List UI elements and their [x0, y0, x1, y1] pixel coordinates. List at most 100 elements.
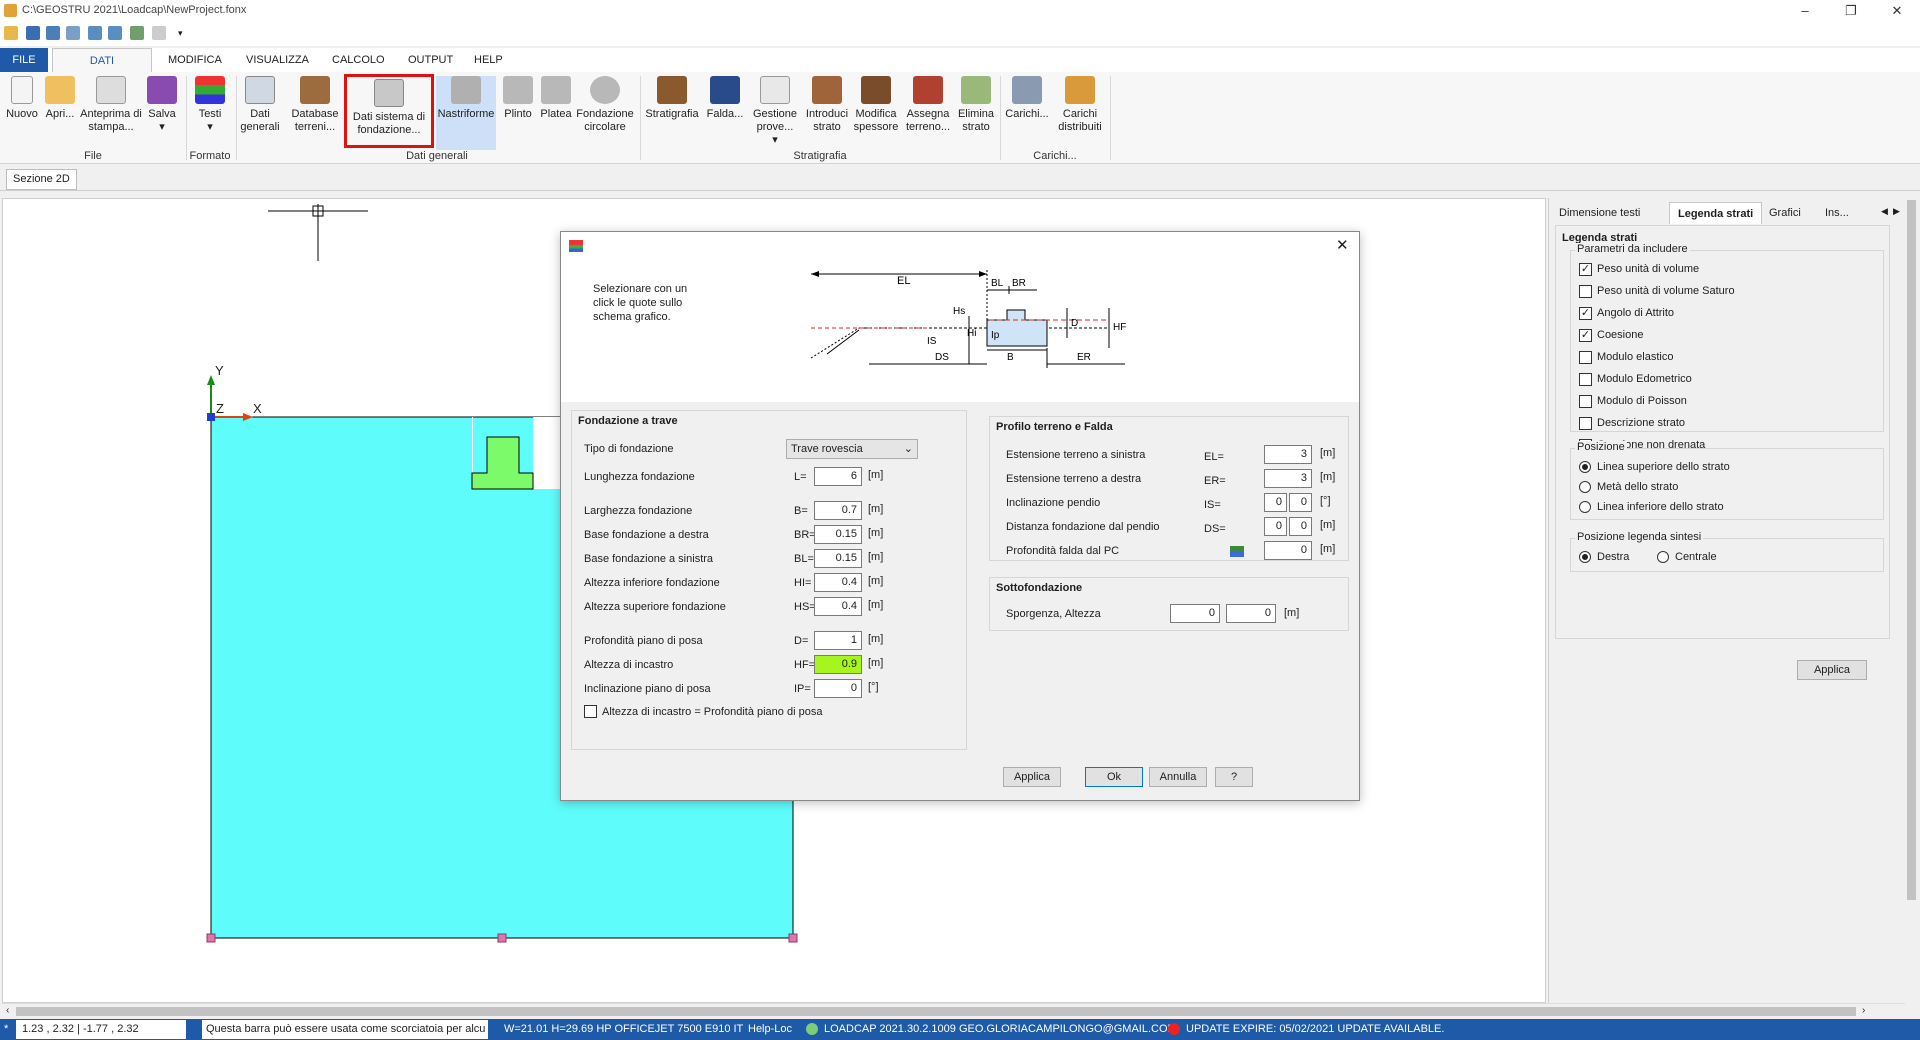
tab-grafici[interactable]: Grafici — [1761, 202, 1809, 224]
schema-d-label[interactable]: D — [1071, 318, 1078, 329]
sporgenza-input[interactable]: 0 — [1170, 604, 1220, 623]
schema-br-label[interactable]: BR — [1012, 278, 1026, 289]
param-checkbox[interactable]: ✓ — [1579, 263, 1592, 276]
scroll-right-icon[interactable]: › — [1862, 1005, 1865, 1016]
param-checkbox[interactable]: ✓ — [1579, 329, 1592, 342]
schema-ds-label[interactable]: DS — [935, 352, 949, 363]
position-radio[interactable] — [1579, 461, 1591, 473]
altezza-input[interactable]: 0 — [1226, 604, 1276, 623]
profile-input[interactable]: 3 — [1264, 469, 1312, 488]
nastriforme-button[interactable]: Nastriforme — [436, 76, 496, 150]
handle[interactable] — [788, 933, 798, 943]
param-checkbox[interactable] — [1579, 373, 1592, 386]
zoom-out-icon[interactable] — [108, 26, 122, 40]
handle[interactable] — [206, 933, 216, 943]
tipo-fondazione-select[interactable]: Trave rovescia ⌄ — [786, 439, 918, 459]
tab-scroll-right-icon[interactable]: ▶ — [1893, 206, 1900, 217]
elimina-strato-button[interactable]: Elimina strato — [956, 76, 996, 134]
apri-button[interactable]: Apri... — [42, 76, 78, 121]
qat-dropdown-icon[interactable]: ▾ — [178, 28, 183, 39]
field-input[interactable]: 0 — [814, 679, 862, 698]
restore-icon[interactable]: ❐ — [1836, 3, 1866, 19]
preview-icon[interactable] — [46, 26, 60, 40]
tab-scroll-left-icon[interactable]: ◀ — [1881, 206, 1888, 217]
carichi-distribuiti-button[interactable]: Carichi distribuiti — [1054, 76, 1106, 134]
field-input[interactable]: 6 — [814, 467, 862, 486]
schema-b-label[interactable]: B — [1007, 352, 1014, 363]
assegna-terreno-button[interactable]: Assegna terreno... — [902, 76, 954, 134]
tab-calcolo[interactable]: CALCOLO — [324, 48, 393, 72]
schema-hs-label[interactable]: Hs — [953, 306, 965, 317]
dati-sistema-fondazione-button[interactable]: Dati sistema di fondazione... — [344, 74, 434, 148]
param-checkbox[interactable] — [1579, 395, 1592, 408]
minimize-icon[interactable]: – — [1790, 3, 1820, 18]
scroll-thumb[interactable] — [16, 1007, 1856, 1016]
position-radio[interactable] — [1579, 501, 1591, 513]
profile-input-a[interactable]: 0 — [1264, 493, 1287, 512]
tab-legenda-strati[interactable]: Legenda strati — [1669, 202, 1763, 224]
profile-input-b[interactable]: 0 — [1289, 517, 1312, 536]
tab-visualizza[interactable]: VISUALIZZA — [238, 48, 317, 72]
schema-is-label[interactable]: IS — [927, 336, 937, 347]
salva-button[interactable]: Salva ▾ — [144, 76, 180, 134]
field-input[interactable]: 0.7 — [814, 501, 862, 520]
schema-el-label[interactable]: EL — [897, 275, 910, 287]
modifica-spessore-button[interactable]: Modifica spessore — [852, 76, 900, 134]
foundation-schema[interactable]: EL BL BR Hs Hi IS DS Ip B D HF ER — [809, 268, 1129, 388]
horizontal-scrollbar[interactable]: ‹ › — [2, 1003, 1905, 1019]
scroll-thumb[interactable] — [1907, 200, 1916, 900]
dialog-close-icon[interactable]: ✕ — [1336, 236, 1349, 254]
schema-hi-label[interactable]: Hi — [967, 328, 976, 339]
profile-input-a[interactable]: 0 — [1264, 517, 1287, 536]
open-folder-icon[interactable] — [4, 26, 18, 40]
param-checkbox[interactable] — [1579, 417, 1592, 430]
plinto-button[interactable]: Plinto — [500, 76, 536, 121]
platea-button[interactable]: Platea — [538, 76, 574, 121]
field-input[interactable]: 1 — [814, 631, 862, 650]
tab-sezione-2d[interactable]: Sezione 2D — [6, 169, 77, 190]
vertical-scrollbar[interactable] — [1903, 198, 1920, 1003]
profile-input[interactable]: 0 — [1264, 541, 1312, 560]
zoom-window-icon[interactable] — [66, 26, 80, 40]
param-checkbox[interactable] — [1579, 351, 1592, 364]
schema-hf-label[interactable]: HF — [1113, 322, 1126, 333]
legend-position-radio[interactable] — [1657, 551, 1669, 563]
gestione-prove-button[interactable]: Gestione prove... ▾ — [750, 76, 800, 147]
position-radio[interactable] — [1579, 481, 1591, 493]
help-button[interactable]: ? — [1215, 767, 1253, 787]
param-checkbox[interactable] — [1579, 285, 1592, 298]
incastro-checkbox[interactable] — [584, 705, 597, 718]
schema-bl-label[interactable]: BL — [991, 278, 1004, 289]
tab-ins[interactable]: Ins... — [1817, 202, 1857, 224]
tab-dimensione-testi[interactable]: Dimensione testi — [1551, 202, 1648, 224]
tab-modifica[interactable]: MODIFICA — [160, 48, 230, 72]
profile-input-b[interactable]: 0 — [1289, 493, 1312, 512]
applica-button[interactable]: Applica — [1003, 767, 1061, 787]
profile-input[interactable]: 3 — [1264, 445, 1312, 464]
field-input[interactable]: 0.15 — [814, 549, 862, 568]
apply-legend-button[interactable]: Applica — [1797, 660, 1867, 680]
schema-er-label[interactable]: ER — [1077, 352, 1091, 363]
carichi-button[interactable]: Carichi... — [1004, 76, 1050, 121]
schema-ip-label[interactable]: Ip — [991, 330, 1000, 341]
zoom-in-icon[interactable] — [88, 26, 102, 40]
nuovo-button[interactable]: Nuovo — [4, 76, 40, 121]
fondazione-circolare-button[interactable]: Fondazione circolare — [576, 76, 634, 134]
chart-icon[interactable] — [130, 26, 144, 40]
anteprima-button[interactable]: Anteprima di stampa... — [80, 76, 142, 134]
falda-button[interactable]: Falda... — [704, 76, 746, 121]
tab-file[interactable]: FILE — [0, 48, 48, 72]
annulla-button[interactable]: Annulla — [1149, 767, 1207, 787]
param-checkbox[interactable]: ✓ — [1579, 307, 1592, 320]
stratigrafia-button[interactable]: Stratigrafia — [644, 76, 700, 121]
dati-generali-button[interactable]: Dati generali — [240, 76, 280, 134]
legend-position-radio[interactable] — [1579, 551, 1591, 563]
tab-dati-generali[interactable]: DATI GENERALI — [52, 48, 152, 91]
tab-help[interactable]: HELP — [466, 48, 511, 72]
handle[interactable] — [497, 933, 507, 943]
field-input[interactable]: 0.15 — [814, 525, 862, 544]
ok-button[interactable]: Ok — [1085, 767, 1143, 787]
field-input[interactable]: 0.4 — [814, 573, 862, 592]
scroll-left-icon[interactable]: ‹ — [6, 1005, 9, 1016]
introduci-strato-button[interactable]: Introduci strato — [804, 76, 850, 134]
